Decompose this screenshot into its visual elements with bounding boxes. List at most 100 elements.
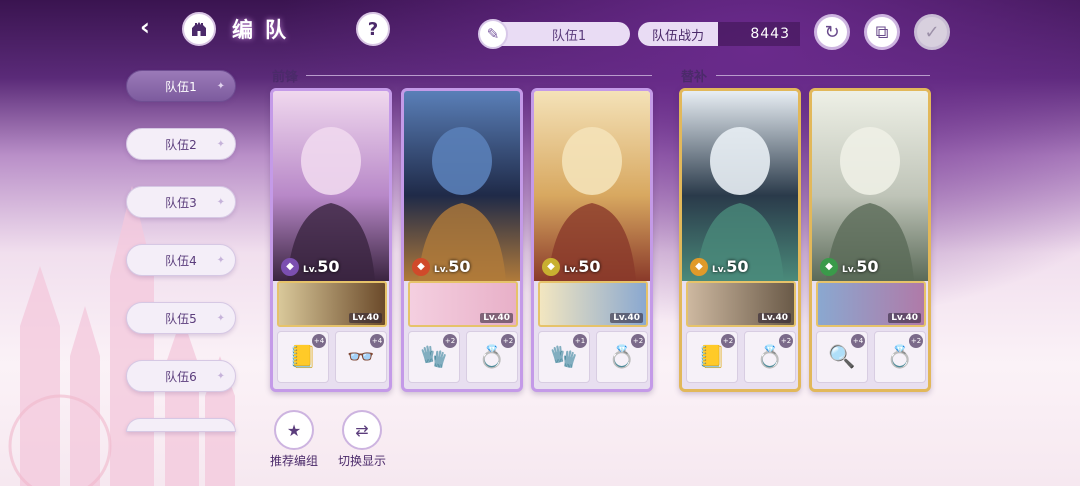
ring-icon: 💍 [478, 344, 506, 370]
element-icon: ◆ [412, 257, 430, 276]
ring-icon: 💍 [886, 344, 914, 370]
refresh-button[interactable]: ↻ [814, 14, 850, 50]
character-card[interactable]: ◆ Lv.50 Lv.40 📒 +4 👓 +4 [270, 88, 392, 392]
character-portrait [812, 91, 928, 281]
equipment-slot[interactable]: 👓 +4 [335, 331, 387, 383]
clipboard-check-icon: ✓ [924, 21, 940, 43]
equipment-slot[interactable]: 💍 +2 [744, 331, 796, 383]
equipment-slot[interactable]: 📒 +2 [686, 331, 738, 383]
front-divider [306, 75, 652, 76]
sparkle-icon: ✦ [216, 254, 225, 266]
element-icon: ◆ [820, 257, 838, 276]
equipment-slot[interactable]: 🔍 +4 [816, 331, 868, 383]
support-level: Lv.40 [610, 313, 643, 323]
character-silhouette [696, 127, 784, 281]
tab-team-partial[interactable] [126, 418, 236, 432]
equipment-slot[interactable]: 💍 +2 [596, 331, 648, 383]
recommend-team-button[interactable]: ★ 推荐编组 [262, 410, 326, 469]
character-level: Lv.50 [564, 257, 601, 276]
character-silhouette [548, 127, 636, 281]
switch-display-button[interactable]: ⇄ 切换显示 [330, 410, 394, 469]
team-name: 队伍1 [551, 28, 587, 44]
home-button[interactable] [182, 12, 216, 46]
tab-team-5[interactable]: 队伍5 ✦ [126, 302, 236, 334]
team-name-field[interactable]: ✎ 队伍1 [478, 19, 630, 49]
tab-team-4[interactable]: 队伍4 ✦ [126, 244, 236, 276]
copy-button[interactable]: ⧉ [864, 14, 900, 50]
equipment-slot[interactable]: 📒 +4 [277, 331, 329, 383]
enhance-badge: +4 [312, 334, 326, 348]
element-icon: ◆ [542, 257, 560, 276]
support-character-slot[interactable]: Lv.40 [277, 281, 387, 327]
support-character-slot[interactable]: Lv.40 [408, 281, 518, 327]
character-card[interactable]: ◆ Lv.50 Lv.40 🧤 +1 💍 +2 [531, 88, 653, 392]
support-character-slot[interactable]: Lv.40 [538, 281, 648, 327]
level-row: ◆ Lv.50 [820, 257, 879, 276]
enhance-badge: +1 [573, 334, 587, 348]
tab-team-3[interactable]: 队伍3 ✦ [126, 186, 236, 218]
level-row: ◆ Lv.50 [412, 257, 471, 276]
character-portrait [273, 91, 389, 281]
enhance-badge: +2 [909, 334, 923, 348]
glasses-icon: 👓 [347, 344, 375, 370]
glove-icon: 🧤 [550, 344, 578, 370]
level-row: ◆ Lv.50 [690, 257, 749, 276]
ring-icon: 💍 [608, 344, 636, 370]
character-card[interactable]: ◆ Lv.50 Lv.40 📒 +2 💍 +2 [679, 88, 801, 392]
tab-team-1[interactable]: 队伍1 ✦ [126, 70, 236, 102]
support-level: Lv.40 [758, 313, 791, 323]
equipment-slot[interactable]: 💍 +2 [874, 331, 926, 383]
sub-section-label: 替补 [681, 70, 708, 85]
level-row: ◆ Lv.50 [281, 257, 340, 276]
tab-team-2[interactable]: 队伍2 ✦ [126, 128, 236, 160]
equipment-slot[interactable]: 🧤 +2 [408, 331, 460, 383]
ring-icon: 💍 [756, 344, 784, 370]
sparkle-icon: ✦ [216, 80, 225, 92]
quill-icon: ✎ [478, 19, 508, 49]
support-character-slot[interactable]: Lv.40 [816, 281, 926, 327]
front-section-label: 前锋 [272, 70, 299, 85]
character-card[interactable]: ◆ Lv.50 Lv.40 🔍 +4 💍 +2 [809, 88, 931, 392]
enhance-badge: +2 [631, 334, 645, 348]
enhance-badge: +2 [501, 334, 515, 348]
character-level: Lv.50 [712, 257, 749, 276]
sparkle-icon: ✦ [216, 196, 225, 208]
level-row: ◆ Lv.50 [542, 257, 601, 276]
element-icon: ◆ [690, 257, 708, 276]
character-silhouette [418, 127, 506, 281]
element-icon: ◆ [281, 257, 299, 276]
team-power-label: 队伍战力 [638, 22, 718, 46]
character-card[interactable]: ◆ Lv.50 Lv.40 🧤 +2 💍 +2 [401, 88, 523, 392]
page-title: 编队 [232, 18, 298, 42]
character-portrait [534, 91, 650, 281]
sub-divider [716, 75, 930, 76]
sparkle-icon: ✦ [216, 138, 225, 150]
character-portrait [682, 91, 798, 281]
confirm-button[interactable]: ✓ [914, 14, 950, 50]
support-level: Lv.40 [888, 313, 921, 323]
book-icon: 📒 [698, 344, 726, 370]
equipment-slot[interactable]: 💍 +2 [466, 331, 518, 383]
support-level: Lv.40 [480, 313, 513, 323]
character-portrait [404, 91, 520, 281]
refresh-icon: ↻ [824, 21, 840, 43]
sparkle-icon: ✦ [216, 370, 225, 382]
tab-team-6[interactable]: 队伍6 ✦ [126, 360, 236, 392]
support-character-slot[interactable]: Lv.40 [686, 281, 796, 327]
equipment-slot[interactable]: 🧤 +1 [538, 331, 590, 383]
character-level: Lv.50 [303, 257, 340, 276]
glove-icon: 🧤 [420, 344, 448, 370]
book-icon: 📒 [289, 344, 317, 370]
support-level: Lv.40 [349, 313, 382, 323]
help-button[interactable]: ? [356, 12, 390, 46]
character-silhouette [826, 127, 914, 281]
swap-arrows-icon: ⇄ [342, 410, 382, 450]
enhance-badge: +4 [370, 334, 384, 348]
magnifier-icon: 🔍 [828, 344, 856, 370]
enhance-badge: +4 [851, 334, 865, 348]
back-button[interactable]: ‹ [128, 10, 162, 44]
team-power-value: 8443 [718, 22, 800, 46]
copy-add-icon: ⧉ [875, 21, 889, 43]
bookmark-star-icon: ★ [274, 410, 314, 450]
enhance-badge: +2 [779, 334, 793, 348]
